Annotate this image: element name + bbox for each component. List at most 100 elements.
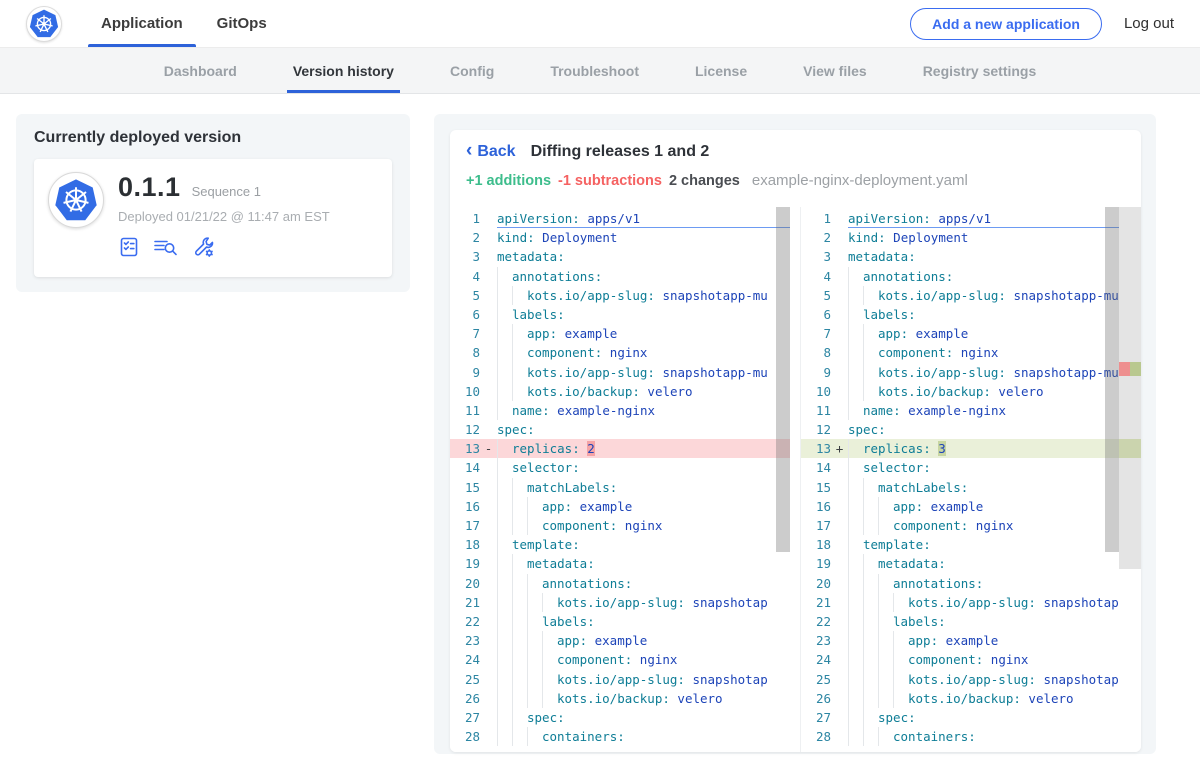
deployed-timestamp: Deployed 01/21/22 @ 11:47 am EST [118, 209, 330, 224]
diff-line: 21kots.io/app-slug: snapshotap [450, 593, 790, 612]
diff-line: 6labels: [450, 305, 790, 324]
ruler-modified-mark [1119, 439, 1141, 458]
scrollbar-thumb[interactable] [776, 207, 790, 552]
diff-filename: example-nginx-deployment.yaml [752, 172, 968, 189]
diff-line: 10kots.io/backup: velero [450, 382, 790, 401]
diff-line: 7app: example [801, 324, 1141, 343]
diff-line: 25kots.io/app-slug: snapshotap [801, 670, 1141, 689]
chevron-left-icon: ‹ [466, 144, 472, 158]
diff-line: 26kots.io/backup: velero [450, 689, 790, 708]
subtractions-count: -1 subtractions [558, 173, 662, 189]
diff-line: 12spec: [450, 420, 790, 439]
app-subnav: Dashboard Version history Config Troublesho… [0, 48, 1200, 94]
diff-line: 19metadata: [450, 554, 790, 573]
diff-line: 1apiVersion: apps/v1 [450, 209, 790, 228]
diff-line: 14selector: [801, 458, 1141, 477]
diff-line: 15matchLabels: [450, 478, 790, 497]
diff-line: 5kots.io/app-slug: snapshotapp-mu [801, 286, 1141, 305]
diff-panel: ‹ Back Diffing releases 1 and 2 +1 addit… [450, 130, 1141, 752]
sequence-label: Sequence 1 [192, 184, 261, 199]
diff-line: 11name: example-nginx [801, 401, 1141, 420]
diff-line: 12spec: [801, 420, 1141, 439]
diff-line: 23app: example [450, 631, 790, 650]
diff-line: 14selector: [450, 458, 790, 477]
diff-line: 25kots.io/app-slug: snapshotap [450, 670, 790, 689]
diff-line: 20annotations: [801, 574, 1141, 593]
diff-line: 17component: nginx [801, 516, 1141, 535]
diff-line: 2kind: Deployment [801, 228, 1141, 247]
diff-line: 13+replicas: 3 [801, 439, 1141, 458]
diff-line: 27spec: [801, 708, 1141, 727]
diff-line: 17component: nginx [450, 516, 790, 535]
diff-title: Diffing releases 1 and 2 [531, 143, 710, 161]
diff-line: 4annotations: [801, 267, 1141, 286]
kubernetes-app-icon [54, 179, 98, 222]
diff-line: 16app: example [801, 497, 1141, 516]
diff-line: 23app: example [801, 631, 1141, 650]
diff-line: 28containers: [801, 727, 1141, 746]
diff-line: 21kots.io/app-slug: snapshotap [801, 593, 1141, 612]
view-logs-icon[interactable] [153, 236, 179, 263]
diff-line: 13-replicas: 2 [450, 439, 790, 458]
diff-line: 4annotations: [450, 267, 790, 286]
diff-line: 18template: [450, 535, 790, 554]
kubernetes-icon [29, 9, 59, 38]
top-tabs: ApplicationGitOps [84, 0, 284, 47]
deployed-card-title: Currently deployed version [34, 129, 392, 147]
diff-line: 16app: example [450, 497, 790, 516]
subnav-item-troubleshoot[interactable]: Troubleshoot [550, 48, 639, 93]
diff-line: 24component: nginx [450, 650, 790, 669]
changes-count: 2 changes [669, 173, 740, 189]
logout-button[interactable]: Log out [1124, 15, 1174, 32]
diff-line: 15matchLabels: [801, 478, 1141, 497]
diff-line: 28containers: [450, 727, 790, 746]
subnav-item-license[interactable]: License [695, 48, 747, 93]
diff-line: 3metadata: [801, 247, 1141, 266]
diff-line: 27spec: [450, 708, 790, 727]
release-notes-icon[interactable] [118, 236, 140, 263]
top-tab-application[interactable]: Application [84, 0, 200, 47]
kubernetes-logo-circle [26, 6, 62, 42]
version-number: 0.1.1 [118, 172, 181, 203]
diff-line: 5kots.io/app-slug: snapshotapp-mu [450, 286, 790, 305]
scrollbar-thumb[interactable] [1105, 207, 1119, 552]
diff-line: 1apiVersion: apps/v1 [801, 209, 1141, 228]
diff-line: 9kots.io/app-slug: snapshotapp-mu [450, 363, 790, 382]
diff-line: 6labels: [801, 305, 1141, 324]
add-application-button[interactable]: Add a new application [910, 8, 1102, 40]
ruler-addition-mark [1130, 362, 1141, 376]
diff-pane-old[interactable]: 1apiVersion: apps/v12kind: Deployment3me… [450, 207, 790, 752]
edit-config-icon[interactable] [192, 235, 216, 264]
diff-line: 10kots.io/backup: velero [801, 382, 1141, 401]
app-logo[interactable] [0, 0, 84, 47]
diff-line: 3metadata: [450, 247, 790, 266]
diff-line: 2kind: Deployment [450, 228, 790, 247]
diff-line: 7app: example [450, 324, 790, 343]
diff-card: ‹ Back Diffing releases 1 and 2 +1 addit… [434, 114, 1156, 754]
diff-line: 20annotations: [450, 574, 790, 593]
pane-divider [790, 207, 800, 752]
version-action-icons [118, 235, 330, 264]
subnav-item-dashboard[interactable]: Dashboard [164, 48, 237, 93]
top-navbar: ApplicationGitOps Add a new application … [0, 0, 1200, 48]
top-tab-gitops[interactable]: GitOps [200, 0, 284, 47]
diff-line: 8component: nginx [450, 343, 790, 362]
subnav-item-view-files[interactable]: View files [803, 48, 867, 93]
diff-line: 8component: nginx [801, 343, 1141, 362]
diff-line: 22labels: [801, 612, 1141, 631]
diff-line: 24component: nginx [801, 650, 1141, 669]
diff-pane-new[interactable]: 1apiVersion: apps/v12kind: Deployment3me… [800, 207, 1141, 752]
diff-overview-ruler [1119, 207, 1141, 569]
deployed-version-row: 0.1.1 Sequence 1 Deployed 01/21/22 @ 11:… [34, 159, 392, 277]
diff-line: 22labels: [450, 612, 790, 631]
subnav-item-registry-settings[interactable]: Registry settings [923, 48, 1037, 93]
app-icon-circle [48, 172, 104, 228]
diff-line: 9kots.io/app-slug: snapshotapp-mu [801, 363, 1141, 382]
currently-deployed-card: Currently deployed version 0.1.1 [16, 114, 410, 292]
additions-count: +1 additions [466, 173, 551, 189]
subnav-item-version-history[interactable]: Version history [293, 48, 394, 93]
diff-line: 11name: example-nginx [450, 401, 790, 420]
subnav-item-config[interactable]: Config [450, 48, 494, 93]
diff-line: 26kots.io/backup: velero [801, 689, 1141, 708]
back-button[interactable]: ‹ Back [466, 143, 516, 161]
